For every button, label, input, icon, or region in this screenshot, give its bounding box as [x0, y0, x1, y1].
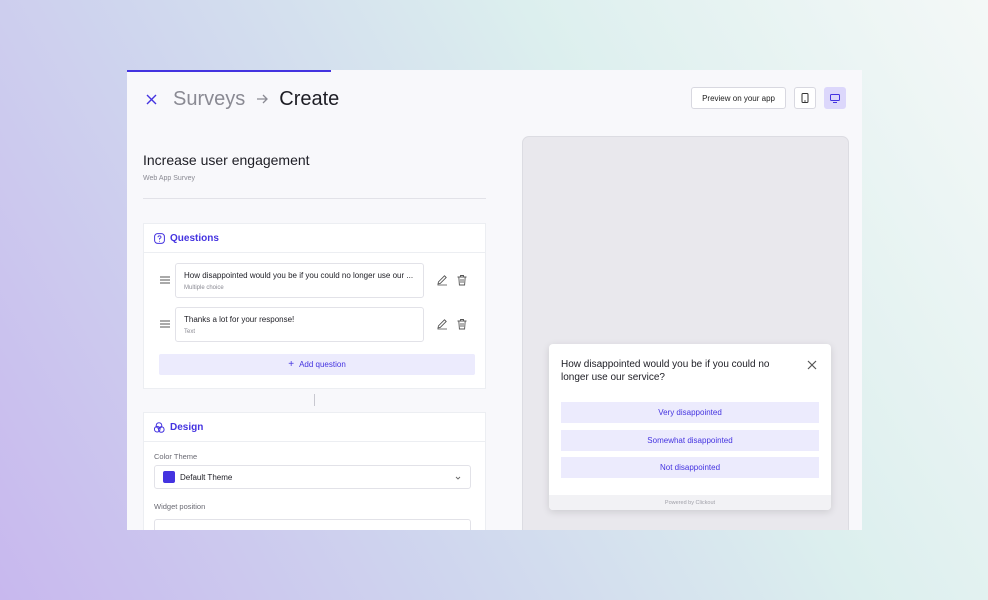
- questions-heading: Questions: [170, 232, 219, 244]
- question-item[interactable]: How disappointed would you be if you cou…: [175, 263, 424, 298]
- question-type: Text: [184, 329, 196, 335]
- survey-widget-preview: How disappointed would you be if you cou…: [549, 344, 831, 510]
- trash-icon[interactable]: [456, 318, 468, 330]
- survey-subtitle: Web App Survey: [143, 175, 196, 182]
- question-item[interactable]: Thanks a lot for your response! Text: [175, 307, 424, 342]
- header-actions: Preview on your app: [691, 87, 846, 109]
- color-theme-label: Color Theme: [154, 452, 198, 461]
- design-card: Design Color Theme Default Theme Widget …: [143, 412, 486, 530]
- drag-handle-icon[interactable]: [160, 276, 170, 284]
- question-circle-icon: [154, 232, 165, 244]
- mobile-device-icon[interactable]: [794, 87, 816, 109]
- header: Surveys Create Preview on your app: [143, 86, 846, 112]
- question-text: How disappointed would you be if you cou…: [184, 271, 414, 280]
- questions-card-header: Questions: [144, 224, 485, 253]
- widget-position-select[interactable]: [154, 519, 471, 530]
- chevron-down-icon: [454, 474, 462, 482]
- trash-icon[interactable]: [456, 274, 468, 286]
- breadcrumb-surveys[interactable]: Surveys: [173, 88, 245, 111]
- widget-option[interactable]: Not disappointed: [561, 457, 819, 478]
- survey-editor-window: Surveys Create Preview on your app Incre…: [127, 70, 862, 530]
- widget-question: How disappointed would you be if you cou…: [561, 359, 770, 383]
- widget-footer: Powered by Clickout: [549, 495, 831, 510]
- progress-bar: [127, 70, 331, 72]
- question-row: How disappointed would you be if you cou…: [144, 263, 485, 298]
- color-theme-value: Default Theme: [180, 472, 233, 482]
- edit-icon[interactable]: [436, 318, 448, 330]
- divider: [143, 198, 486, 199]
- color-swatch: [163, 471, 175, 483]
- survey-title[interactable]: Increase user engagement: [143, 152, 486, 168]
- close-icon[interactable]: [143, 91, 159, 107]
- widget-position-label: Widget position: [154, 502, 206, 511]
- design-card-header: Design: [144, 413, 485, 442]
- connector-line: [314, 394, 315, 406]
- survey-info: Increase user engagement Web App Survey: [143, 152, 486, 199]
- question-text: Thanks a lot for your response!: [184, 315, 295, 324]
- design-heading: Design: [170, 421, 204, 433]
- widget-option[interactable]: Very disappointed: [561, 402, 819, 423]
- close-icon[interactable]: [805, 358, 819, 372]
- question-row: Thanks a lot for your response! Text: [144, 307, 485, 342]
- questions-card: Questions How disappointed would you be …: [143, 223, 486, 389]
- add-question-label: Add question: [299, 360, 346, 369]
- page-title: Create: [279, 87, 340, 110]
- add-question-button[interactable]: + Add question: [159, 354, 475, 375]
- arrow-right-icon: [255, 92, 269, 106]
- edit-icon[interactable]: [436, 274, 448, 286]
- plus-icon: +: [288, 359, 295, 370]
- desktop-device-icon[interactable]: [824, 87, 846, 109]
- palette-icon: [154, 421, 165, 433]
- question-type: Multiple choice: [184, 285, 224, 291]
- preview-on-app-button[interactable]: Preview on your app: [691, 87, 786, 109]
- drag-handle-icon[interactable]: [160, 320, 170, 328]
- widget-option[interactable]: Somewhat disappointed: [561, 430, 819, 451]
- color-theme-select[interactable]: Default Theme: [154, 465, 471, 489]
